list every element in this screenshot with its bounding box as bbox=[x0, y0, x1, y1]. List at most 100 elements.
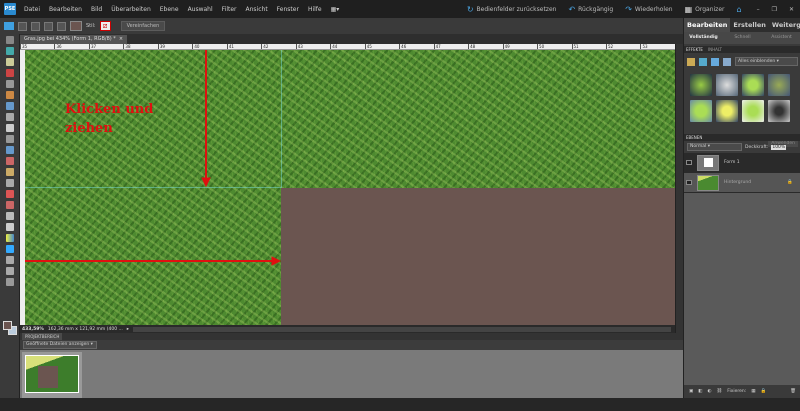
effect-thumbnail[interactable] bbox=[768, 100, 790, 122]
opacity-input[interactable]: 100% bbox=[771, 144, 787, 150]
zoom-level[interactable]: 433,59% bbox=[22, 327, 44, 332]
photo-effects-icon[interactable] bbox=[711, 57, 719, 66]
menu-hilfe[interactable]: Hilfe bbox=[308, 6, 322, 13]
layer-row-hintergrund[interactable]: Hintergrund 🔒 bbox=[684, 173, 800, 193]
effect-thumbnail[interactable] bbox=[716, 100, 738, 122]
paint-bucket-tool-icon[interactable] bbox=[6, 223, 14, 231]
menu-datei[interactable]: Datei bbox=[24, 6, 40, 13]
effect-thumbnail[interactable] bbox=[742, 74, 764, 96]
selection-brush-tool-icon[interactable] bbox=[6, 113, 14, 121]
restore-button[interactable]: ❐ bbox=[772, 6, 777, 13]
home-button[interactable]: ⌂ bbox=[737, 5, 745, 14]
reset-label: Bedienfelder zurücksetzen bbox=[476, 5, 557, 13]
healing-brush-tool-icon[interactable] bbox=[6, 168, 14, 176]
new-layer-icon[interactable]: ▣ bbox=[689, 389, 693, 394]
effect-thumbnail[interactable] bbox=[742, 100, 764, 122]
menu-filter[interactable]: Filter bbox=[222, 6, 237, 13]
tab-schnell[interactable]: Schnell bbox=[723, 32, 762, 44]
marquee-tool-icon[interactable] bbox=[6, 80, 14, 88]
document-tab[interactable]: Gras.jpg bei 434% (Form 1, RGB/8) * × bbox=[20, 35, 128, 44]
tab-vollstaendig[interactable]: Vollständig bbox=[684, 32, 723, 44]
visibility-eye-icon[interactable] bbox=[686, 180, 692, 185]
minimize-button[interactable]: – bbox=[757, 6, 760, 13]
layer-thumbnail bbox=[697, 174, 719, 191]
move-tool-icon[interactable] bbox=[6, 36, 14, 44]
layer-row-form-1[interactable]: Form 1 bbox=[684, 153, 800, 173]
menu-bearbeiten[interactable]: Bearbeiten bbox=[49, 6, 82, 13]
style-none-icon[interactable]: ⧄ bbox=[99, 21, 111, 31]
layer-styles-icon[interactable] bbox=[699, 57, 707, 66]
file-thumbnail[interactable] bbox=[22, 352, 82, 398]
cookie-cutter-tool-icon[interactable] bbox=[6, 146, 14, 154]
tab-erstellen[interactable]: Erstellen bbox=[730, 18, 769, 32]
tab-inhalt[interactable]: INHALT bbox=[708, 47, 722, 52]
sponge-tool-icon[interactable] bbox=[6, 267, 14, 275]
tab-effekte[interactable]: EFFEKTE bbox=[686, 47, 703, 52]
clone-stamp-tool-icon[interactable] bbox=[6, 179, 14, 187]
intersect-mode-icon[interactable] bbox=[57, 21, 66, 31]
blend-mode-dropdown[interactable]: Normal ▾ bbox=[687, 143, 742, 151]
red-eye-tool-icon[interactable] bbox=[6, 157, 14, 165]
effect-thumbnail[interactable] bbox=[768, 74, 790, 96]
subtract-mode-icon[interactable] bbox=[44, 21, 53, 31]
add-mode-icon[interactable] bbox=[31, 21, 40, 31]
menu-bild[interactable]: Bild bbox=[91, 6, 102, 13]
status-menu-arrow-icon[interactable]: ▸ bbox=[127, 327, 129, 332]
tab-weitergabe[interactable]: Weitergabe bbox=[769, 18, 800, 32]
brush-tool-icon[interactable] bbox=[6, 201, 14, 209]
organizer-button[interactable]: ▦ Organizer bbox=[685, 5, 725, 14]
close-tab-icon[interactable]: × bbox=[119, 36, 123, 43]
menu-ebene[interactable]: Ebene bbox=[160, 6, 179, 13]
lock-all-icon[interactable]: 🔒 bbox=[761, 389, 767, 394]
zoom-tool-icon[interactable] bbox=[6, 47, 14, 55]
effects-filter-dropdown[interactable]: Alles einblenden ▾ bbox=[735, 57, 798, 66]
foreground-color-swatch[interactable] bbox=[3, 321, 12, 330]
hand-tool-icon[interactable] bbox=[6, 58, 14, 66]
eyedropper-tool-icon[interactable] bbox=[6, 69, 14, 77]
eraser-tool-icon[interactable] bbox=[6, 190, 14, 198]
straighten-tool-icon[interactable] bbox=[6, 278, 14, 286]
reset-panels-button[interactable]: ↻ Bedienfelder zurücksetzen bbox=[467, 5, 557, 14]
tab-bearbeiten[interactable]: Bearbeiten bbox=[684, 18, 731, 32]
color-swatch[interactable] bbox=[70, 21, 82, 31]
effect-thumbnail[interactable] bbox=[690, 100, 712, 122]
shape-tool-icon[interactable] bbox=[4, 22, 14, 30]
lock-transparency-icon[interactable]: ▦ bbox=[751, 389, 755, 394]
organizer-icon: ▦ bbox=[684, 4, 693, 14]
link-icon[interactable]: ⛓ bbox=[716, 389, 722, 394]
adjustment-layer-icon[interactable]: ◧ bbox=[698, 389, 702, 394]
magic-wand-tool-icon[interactable] bbox=[6, 102, 14, 110]
gradient-tool-icon[interactable] bbox=[6, 234, 14, 242]
menu-ueberarbeiten[interactable]: Überarbeiten bbox=[111, 6, 151, 13]
simplify-button[interactable]: Vereinfachen bbox=[120, 21, 166, 31]
custom-shape-tool-icon[interactable] bbox=[6, 245, 14, 253]
project-bin-tab[interactable]: PROJEKTBEREICH bbox=[22, 333, 63, 340]
delete-layer-icon[interactable]: 🗑 bbox=[790, 389, 796, 394]
all-effects-icon[interactable] bbox=[723, 57, 731, 66]
blur-tool-icon[interactable] bbox=[6, 256, 14, 264]
close-button[interactable]: ✕ bbox=[789, 6, 794, 13]
tools-panel bbox=[0, 34, 20, 398]
menu-ansicht[interactable]: Ansicht bbox=[246, 6, 268, 13]
workspace-layout-icon[interactable]: ▦▾ bbox=[331, 6, 340, 13]
effect-thumbnail[interactable] bbox=[716, 74, 738, 96]
menu-fenster[interactable]: Fenster bbox=[277, 6, 299, 13]
effect-thumbnail[interactable] bbox=[690, 74, 712, 96]
crop-tool-icon[interactable] bbox=[6, 135, 14, 143]
layer-mask-icon[interactable]: ◐ bbox=[708, 389, 712, 394]
filters-icon[interactable] bbox=[687, 57, 695, 66]
lasso-tool-icon[interactable] bbox=[6, 91, 14, 99]
new-layer-mode-icon[interactable] bbox=[18, 21, 27, 31]
type-tool-icon[interactable] bbox=[6, 124, 14, 132]
vertical-scrollbar[interactable] bbox=[675, 44, 683, 333]
menu-auswahl[interactable]: Auswahl bbox=[188, 6, 213, 13]
visibility-eye-icon[interactable] bbox=[686, 160, 692, 165]
show-files-dropdown[interactable]: Geöffnete Dateien anzeigen ▾ bbox=[23, 341, 97, 349]
undo-button[interactable]: ↶ Rückgängig bbox=[568, 5, 613, 14]
image-canvas[interactable]: Klicken und ziehen bbox=[25, 50, 675, 325]
redo-button[interactable]: ↷ Wiederholen bbox=[625, 5, 672, 14]
layers-panel: EBENEN Normal ▾ Deckkraft: 100% Form 1 H… bbox=[684, 134, 800, 393]
tab-assistent[interactable]: Assistent bbox=[762, 32, 800, 44]
horizontal-scrollbar[interactable] bbox=[133, 326, 671, 332]
smart-brush-tool-icon[interactable] bbox=[6, 212, 14, 220]
